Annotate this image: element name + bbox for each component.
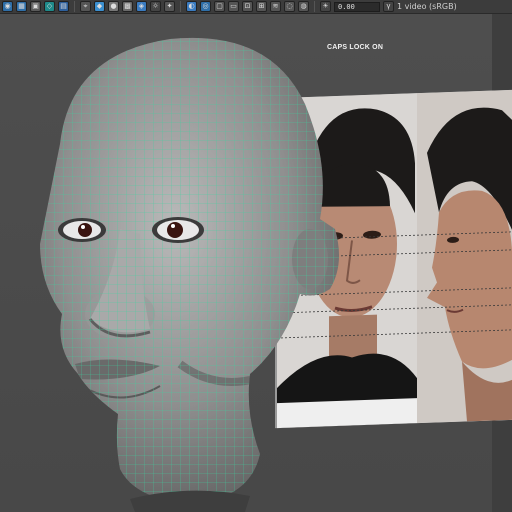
left-eye [58, 218, 106, 242]
shaded-icon[interactable]: ● [108, 1, 119, 12]
viewport-toolbar: ◉ ▦ ▣ ◇ ▤ ⌖ ◆ ● ▩ ◈ ☼ ✦ ◐ ◎ ▢ ▭ ⊡ ⊞ ≋ ◌ … [0, 0, 512, 14]
toolbar-separator [180, 1, 181, 12]
ssao-icon[interactable]: ◌ [284, 1, 295, 12]
lights-icon[interactable]: ◈ [136, 1, 147, 12]
isolate-icon[interactable]: ◐ [186, 1, 197, 12]
film-gate-icon[interactable]: ▭ [228, 1, 239, 12]
snapshot-icon[interactable]: ▣ [30, 1, 41, 12]
resolution-gate-icon[interactable]: ▢ [214, 1, 225, 12]
motion-blur-icon[interactable]: ≋ [270, 1, 281, 12]
textures-icon[interactable]: ▩ [122, 1, 133, 12]
toolbar-separator [314, 1, 315, 12]
head-model[interactable] [0, 14, 512, 512]
image-plane-icon[interactable]: ▤ [58, 1, 69, 12]
exposure-field[interactable]: 0.00 [334, 1, 380, 12]
ambient-icon[interactable]: ✦ [164, 1, 175, 12]
grid-icon[interactable]: ▦ [16, 1, 27, 12]
field-chart-icon[interactable]: ⊞ [256, 1, 267, 12]
gamma-icon[interactable]: γ [383, 1, 394, 12]
safe-area-icon[interactable]: ⊡ [242, 1, 253, 12]
wireframe-icon[interactable]: ◇ [44, 1, 55, 12]
shadows-icon[interactable]: ☼ [150, 1, 161, 12]
3d-viewport[interactable]: CAPS LOCK ON [0, 14, 512, 512]
toolbar-separator [74, 1, 75, 12]
colorspace-label[interactable]: 1 video (sRGB) [397, 2, 457, 11]
cube-icon[interactable]: ◆ [94, 1, 105, 12]
select-icon[interactable]: ⌖ [80, 1, 91, 12]
head-mesh [40, 37, 339, 512]
camera-icon[interactable]: ◉ [2, 1, 13, 12]
right-eye [152, 217, 204, 243]
antialias-icon[interactable]: ◍ [298, 1, 309, 12]
xray-icon[interactable]: ◎ [200, 1, 211, 12]
exposure-icon[interactable]: ☀ [320, 1, 331, 12]
